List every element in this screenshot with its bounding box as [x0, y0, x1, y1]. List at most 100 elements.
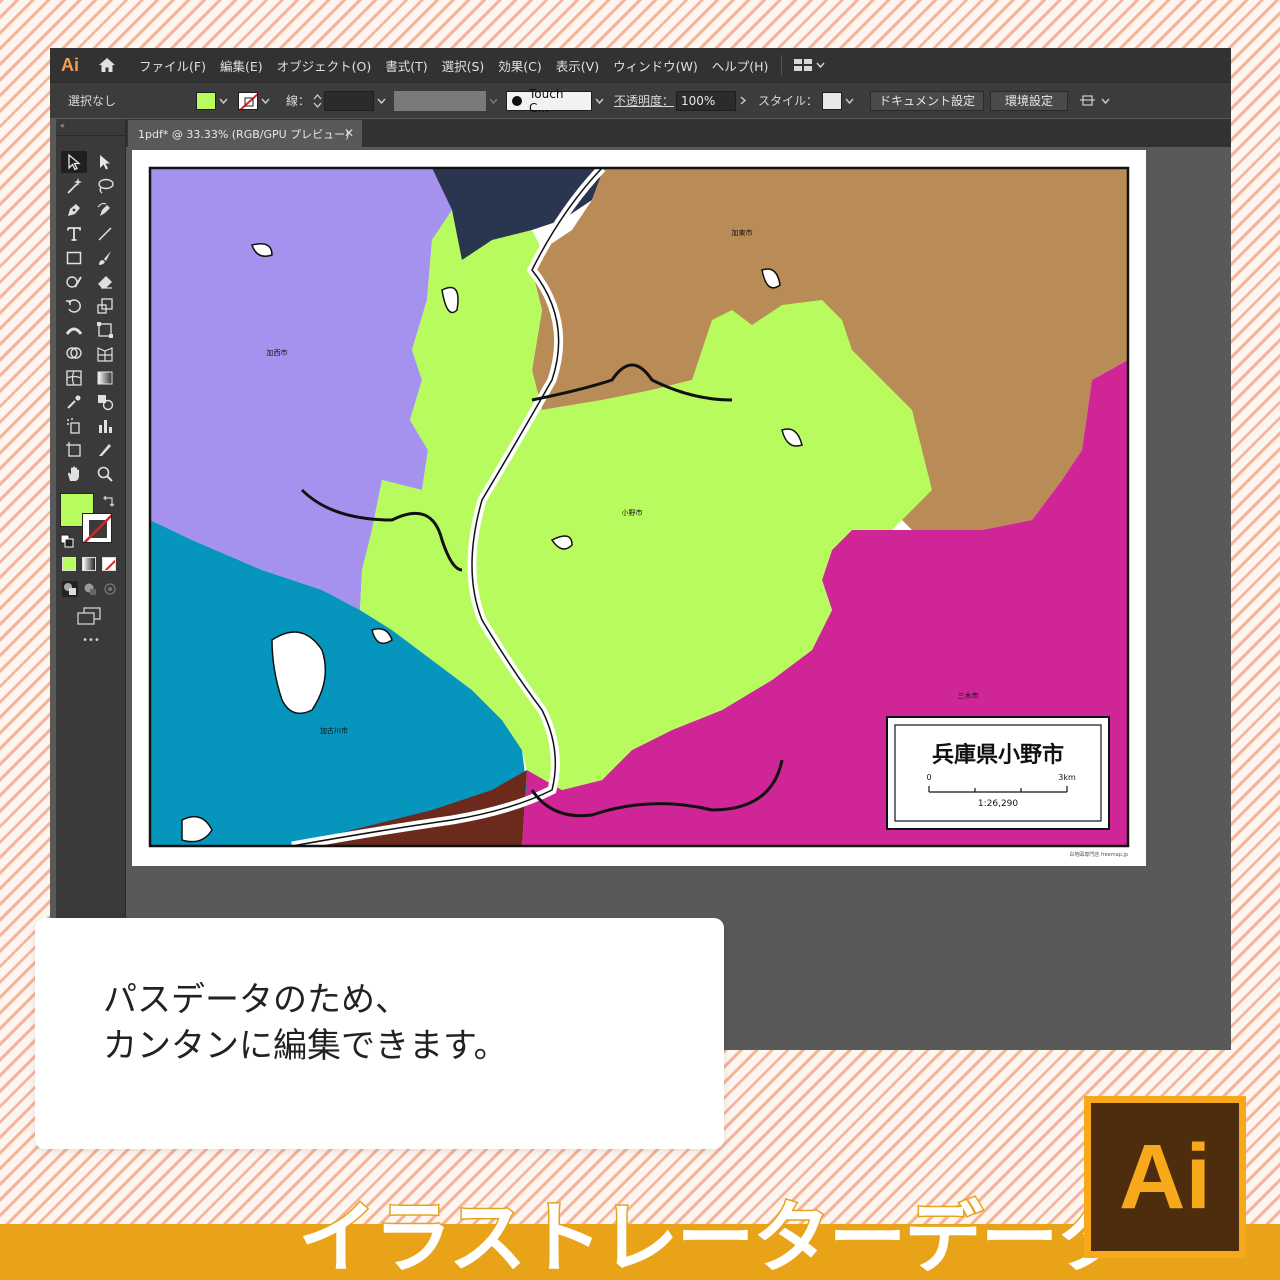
- chevron-down-icon[interactable]: [486, 92, 500, 110]
- chevron-down-icon: [816, 62, 825, 68]
- column-graph-tool-icon[interactable]: [92, 415, 118, 437]
- stroke-swatch[interactable]: [238, 91, 258, 110]
- label-kakogawa: 加古川市: [320, 726, 348, 735]
- banner-title: イラストレーターデータ: [296, 1193, 1135, 1280]
- chevron-down-icon[interactable]: [258, 92, 272, 110]
- draw-normal-icon[interactable]: [62, 581, 78, 597]
- document-setup-button[interactable]: ドキュメント設定: [870, 90, 985, 111]
- callout-line-2: カンタンに編集できます。: [103, 1026, 508, 1066]
- draw-behind-icon[interactable]: [82, 581, 98, 597]
- zoom-tool-icon[interactable]: [92, 463, 118, 485]
- artboard: 小野市 加東市 加西市 加古川市 三木市 兵庫県小野市 0 3km 1:26,2…: [132, 150, 1146, 866]
- scale-ratio: 1:26,290: [978, 799, 1019, 809]
- curvature-tool-icon[interactable]: [92, 199, 118, 221]
- control-bar: 選択なし 線： Touch C... 不透明度： 100% スタイル： ドキュメ…: [50, 82, 1231, 118]
- hand-tool-icon[interactable]: [61, 463, 87, 485]
- map-credit: 白地図専門店 freemap.jp: [1069, 851, 1128, 858]
- graphic-style-swatch[interactable]: [822, 91, 843, 110]
- blend-tool-icon[interactable]: [92, 391, 118, 413]
- brush-name: Touch C...: [529, 86, 564, 115]
- menu-object[interactable]: オブジェクト(O): [270, 56, 379, 75]
- chevron-right-icon[interactable]: [736, 92, 750, 110]
- opacity-input[interactable]: 100%: [676, 90, 737, 111]
- chevron-down-icon[interactable]: [374, 92, 388, 110]
- line-tool-icon[interactable]: [92, 223, 118, 245]
- workspace-icon: [794, 59, 813, 71]
- label-ono: 小野市: [622, 508, 643, 517]
- workspace-switcher[interactable]: [788, 59, 831, 71]
- menu-window[interactable]: ウィンドウ(W): [606, 56, 705, 75]
- color-mode-none[interactable]: [102, 557, 116, 571]
- lasso-tool-icon[interactable]: [92, 175, 118, 197]
- menu-bar: Ai ファイル(F) 編集(E) オブジェクト(O) 書式(T) 選択(S) 効…: [50, 48, 1231, 82]
- default-colors-icon[interactable]: [60, 533, 74, 548]
- menu-type[interactable]: 書式(T): [378, 56, 434, 75]
- eraser-tool-icon[interactable]: [92, 271, 118, 293]
- symbol-sprayer-tool-icon[interactable]: [61, 415, 87, 437]
- home-icon[interactable]: [90, 48, 124, 82]
- ai-badge-inner: Ai: [1091, 1103, 1239, 1251]
- color-mode-gradient[interactable]: [82, 557, 96, 571]
- screen-mode-icon[interactable]: [76, 607, 102, 627]
- color-mode-solid[interactable]: [62, 557, 76, 571]
- close-icon[interactable]: ✕: [344, 126, 354, 140]
- opacity-label[interactable]: 不透明度：: [614, 92, 674, 109]
- rectangle-tool-icon[interactable]: [61, 247, 87, 269]
- document-tabs: 1pdf* @ 33.33% (RGB/GPU プレビュー) ✕: [126, 119, 1231, 147]
- fill-swatch[interactable]: [196, 91, 216, 110]
- arrange-icon[interactable]: [1078, 92, 1098, 110]
- preferences-button[interactable]: 環境設定: [990, 90, 1069, 111]
- eyedropper-tool-icon[interactable]: [61, 391, 87, 413]
- ai-badge-text: Ai: [1119, 1125, 1211, 1228]
- collapse-icon[interactable]: «: [60, 121, 65, 130]
- chevron-down-icon[interactable]: [1098, 92, 1112, 110]
- artboard-tool-icon[interactable]: [61, 439, 87, 461]
- variable-width-profile[interactable]: [394, 90, 487, 111]
- paintbrush-tool-icon[interactable]: [92, 247, 118, 269]
- chevron-down-icon[interactable]: [842, 92, 856, 110]
- magic-wand-tool-icon[interactable]: [61, 175, 87, 197]
- perspective-grid-tool-icon[interactable]: [92, 343, 118, 365]
- document-tab[interactable]: 1pdf* @ 33.33% (RGB/GPU プレビュー) ✕: [128, 120, 362, 147]
- menu-separator: [781, 55, 783, 75]
- width-tool-icon[interactable]: [61, 319, 87, 341]
- selection-tool-icon[interactable]: [61, 151, 87, 173]
- shaper-tool-icon[interactable]: [61, 271, 87, 293]
- free-transform-tool-icon[interactable]: [92, 319, 118, 341]
- rotate-tool-icon[interactable]: [61, 295, 87, 317]
- menu-view[interactable]: 表示(V): [549, 56, 606, 75]
- gradient-tool-icon[interactable]: [92, 367, 118, 389]
- menu-select[interactable]: 選択(S): [435, 56, 492, 75]
- callout-line-1: パスデータのため、: [103, 980, 409, 1020]
- scale-end-label: 3km: [1058, 773, 1076, 782]
- draw-inside-icon[interactable]: [102, 581, 118, 597]
- stroke-weight-stepper[interactable]: [310, 92, 324, 110]
- direct-selection-tool-icon[interactable]: [92, 151, 118, 173]
- illustrator-window: Ai ファイル(F) 編集(E) オブジェクト(O) 書式(T) 選択(S) 効…: [50, 48, 1231, 1050]
- swap-colors-icon[interactable]: [102, 493, 116, 507]
- stroke-weight-input[interactable]: [324, 90, 375, 111]
- map-svg: 小野市 加東市 加西市 加古川市 三木市 兵庫県小野市 0 3km 1:26,2…: [148, 166, 1130, 858]
- chevron-down-icon[interactable]: [592, 92, 606, 110]
- map-title-box: 兵庫県小野市 0 3km 1:26,290: [886, 716, 1110, 830]
- pen-tool-icon[interactable]: [61, 199, 87, 221]
- menu-file[interactable]: ファイル(F): [132, 56, 213, 75]
- brush-dot-icon: [512, 95, 523, 106]
- scale-tool-icon[interactable]: [92, 295, 118, 317]
- menu-edit[interactable]: 編集(E): [213, 56, 270, 75]
- label-kato: 加東市: [732, 228, 753, 237]
- type-tool-icon[interactable]: [61, 223, 87, 245]
- ai-badge: Ai: [1084, 1096, 1246, 1258]
- slice-tool-icon[interactable]: [92, 439, 118, 461]
- menu-effect[interactable]: 効果(C): [491, 56, 548, 75]
- edit-toolbar-more[interactable]: •••: [56, 635, 126, 646]
- mesh-tool-icon[interactable]: [61, 367, 87, 389]
- chevron-down-icon[interactable]: [216, 92, 230, 110]
- label-miki: 三木市: [958, 691, 979, 700]
- brush-definition[interactable]: Touch C...: [506, 87, 593, 115]
- shape-builder-tool-icon[interactable]: [61, 343, 87, 365]
- stroke-color-box[interactable]: [82, 513, 112, 543]
- menu-help[interactable]: ヘルプ(H): [705, 56, 776, 75]
- map-title: 兵庫県小野市: [932, 742, 1064, 768]
- app-logo: Ai: [61, 54, 79, 75]
